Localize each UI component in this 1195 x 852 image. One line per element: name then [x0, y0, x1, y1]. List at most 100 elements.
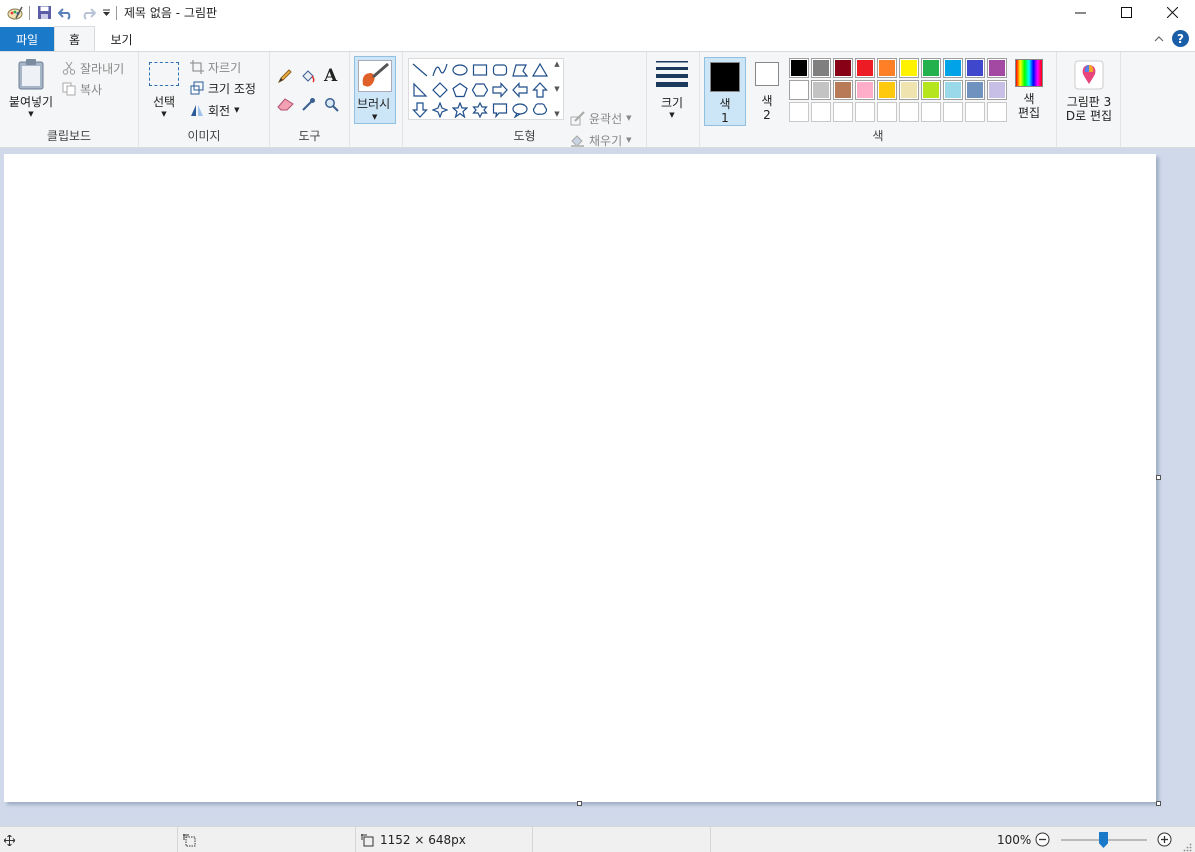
- palette-swatch[interactable]: [899, 58, 919, 78]
- palette-swatch[interactable]: [833, 58, 853, 78]
- palette-swatch[interactable]: [943, 58, 963, 78]
- tab-home[interactable]: 홈: [54, 26, 95, 51]
- fill-icon[interactable]: [300, 68, 316, 87]
- rounded-rectangle-shape-icon[interactable]: [490, 60, 510, 80]
- eraser-icon[interactable]: [277, 97, 294, 114]
- resize-handle-corner[interactable]: [1156, 801, 1161, 806]
- color-picker-icon[interactable]: [301, 97, 316, 115]
- brushes-button[interactable]: 브러시 ▼: [354, 56, 396, 124]
- paste-button[interactable]: 붙여넣기 ▼: [6, 58, 56, 118]
- up-arrow-shape-icon[interactable]: [530, 80, 550, 100]
- minimize-icon[interactable]: [1057, 0, 1103, 25]
- close-icon[interactable]: [1149, 0, 1195, 25]
- palette-swatch[interactable]: [877, 58, 897, 78]
- expand-gallery-icon[interactable]: ▼: [554, 110, 559, 118]
- copy-button[interactable]: 복사: [62, 79, 102, 99]
- four-point-star-shape-icon[interactable]: [430, 100, 450, 120]
- magnifier-icon[interactable]: [324, 97, 339, 115]
- palette-swatch[interactable]: [789, 58, 809, 78]
- zoom-slider-thumb[interactable]: [1099, 832, 1108, 848]
- customize-dropdown-icon[interactable]: [99, 2, 113, 24]
- crop-button[interactable]: 자르기: [190, 57, 241, 77]
- triangle-shape-icon[interactable]: [530, 60, 550, 80]
- pentagon-shape-icon[interactable]: [450, 80, 470, 100]
- save-icon[interactable]: [33, 2, 55, 24]
- zoom-out-icon[interactable]: [1035, 832, 1050, 850]
- palette-swatch[interactable]: [987, 58, 1007, 78]
- palette-swatch[interactable]: [833, 80, 853, 100]
- maximize-icon[interactable]: [1103, 0, 1149, 25]
- paste-dropdown-icon[interactable]: ▼: [28, 110, 33, 118]
- custom-color-slot[interactable]: [855, 102, 875, 122]
- edit-with-paint3d-button[interactable]: 그림판 3 D로 편집: [1060, 60, 1118, 123]
- resize-grip-icon[interactable]: [1183, 841, 1192, 852]
- hexagon-shape-icon[interactable]: [470, 80, 490, 100]
- resize-handle-bottom[interactable]: [577, 801, 582, 806]
- drawing-canvas[interactable]: [4, 154, 1156, 802]
- custom-color-slot[interactable]: [987, 102, 1007, 122]
- custom-color-slot[interactable]: [877, 102, 897, 122]
- line-shape-icon[interactable]: [410, 60, 430, 80]
- palette-swatch[interactable]: [965, 58, 985, 78]
- oval-callout-shape-icon[interactable]: [510, 100, 530, 120]
- tab-file[interactable]: 파일: [0, 27, 54, 51]
- down-arrow-shape-icon[interactable]: [410, 100, 430, 120]
- resize-handle-right[interactable]: [1156, 475, 1161, 480]
- palette-swatch[interactable]: [855, 58, 875, 78]
- shape-fill-dropdown-icon[interactable]: ▼: [626, 136, 631, 144]
- custom-color-slot[interactable]: [833, 102, 853, 122]
- palette-swatch[interactable]: [921, 80, 941, 100]
- cloud-callout-shape-icon[interactable]: [530, 100, 550, 120]
- redo-icon[interactable]: [77, 2, 99, 24]
- custom-color-slot[interactable]: [943, 102, 963, 122]
- custom-color-slot[interactable]: [921, 102, 941, 122]
- shape-fill-button[interactable]: 채우기 ▼: [570, 130, 632, 150]
- palette-swatch[interactable]: [789, 80, 809, 100]
- size-dropdown-icon[interactable]: ▼: [669, 111, 674, 119]
- tab-view[interactable]: 보기: [95, 27, 148, 51]
- palette-swatch[interactable]: [855, 80, 875, 100]
- zoom-in-icon[interactable]: [1157, 832, 1172, 850]
- select-dropdown-icon[interactable]: ▼: [161, 110, 166, 118]
- palette-swatch[interactable]: [811, 80, 831, 100]
- custom-color-slot[interactable]: [811, 102, 831, 122]
- rectangle-shape-icon[interactable]: [470, 60, 490, 80]
- edit-colors-button[interactable]: 색 편집: [1011, 59, 1047, 120]
- palette-swatch[interactable]: [943, 80, 963, 100]
- rect-callout-shape-icon[interactable]: [490, 100, 510, 120]
- paint-app-icon[interactable]: [4, 2, 26, 24]
- right-triangle-shape-icon[interactable]: [410, 80, 430, 100]
- palette-swatch[interactable]: [877, 80, 897, 100]
- left-arrow-shape-icon[interactable]: [510, 80, 530, 100]
- rotate-dropdown-icon[interactable]: ▼: [234, 106, 239, 114]
- select-button[interactable]: 선택 ▼: [147, 62, 181, 118]
- palette-swatch[interactable]: [965, 80, 985, 100]
- rotate-button[interactable]: 회전 ▼: [190, 100, 239, 120]
- custom-color-slot[interactable]: [789, 102, 809, 122]
- custom-color-slot[interactable]: [965, 102, 985, 122]
- brushes-dropdown-icon[interactable]: ▼: [372, 113, 377, 121]
- pencil-icon[interactable]: [277, 68, 293, 87]
- palette-swatch[interactable]: [921, 58, 941, 78]
- resize-button[interactable]: 크기 조정: [190, 78, 256, 98]
- palette-swatch[interactable]: [899, 80, 919, 100]
- five-point-star-shape-icon[interactable]: [450, 100, 470, 120]
- shapes-scrollbar[interactable]: ▲ ▼ ▼: [552, 60, 562, 118]
- palette-swatch[interactable]: [811, 58, 831, 78]
- undo-icon[interactable]: [55, 2, 77, 24]
- color1-button[interactable]: 색 1: [704, 57, 746, 126]
- collapse-ribbon-icon[interactable]: [1154, 32, 1164, 46]
- polygon-shape-icon[interactable]: [510, 60, 530, 80]
- text-icon[interactable]: A: [324, 66, 337, 86]
- scroll-down-icon[interactable]: ▼: [554, 85, 559, 93]
- diamond-shape-icon[interactable]: [430, 80, 450, 100]
- oval-shape-icon[interactable]: [450, 60, 470, 80]
- palette-swatch[interactable]: [987, 80, 1007, 100]
- color2-button[interactable]: 색 2: [752, 62, 782, 122]
- help-icon[interactable]: ?: [1172, 30, 1189, 47]
- canvas-workspace[interactable]: [0, 148, 1195, 826]
- right-arrow-shape-icon[interactable]: [490, 80, 510, 100]
- cut-button[interactable]: 잘라내기: [62, 58, 124, 78]
- size-button[interactable]: 크기 ▼: [655, 60, 689, 119]
- custom-color-slot[interactable]: [899, 102, 919, 122]
